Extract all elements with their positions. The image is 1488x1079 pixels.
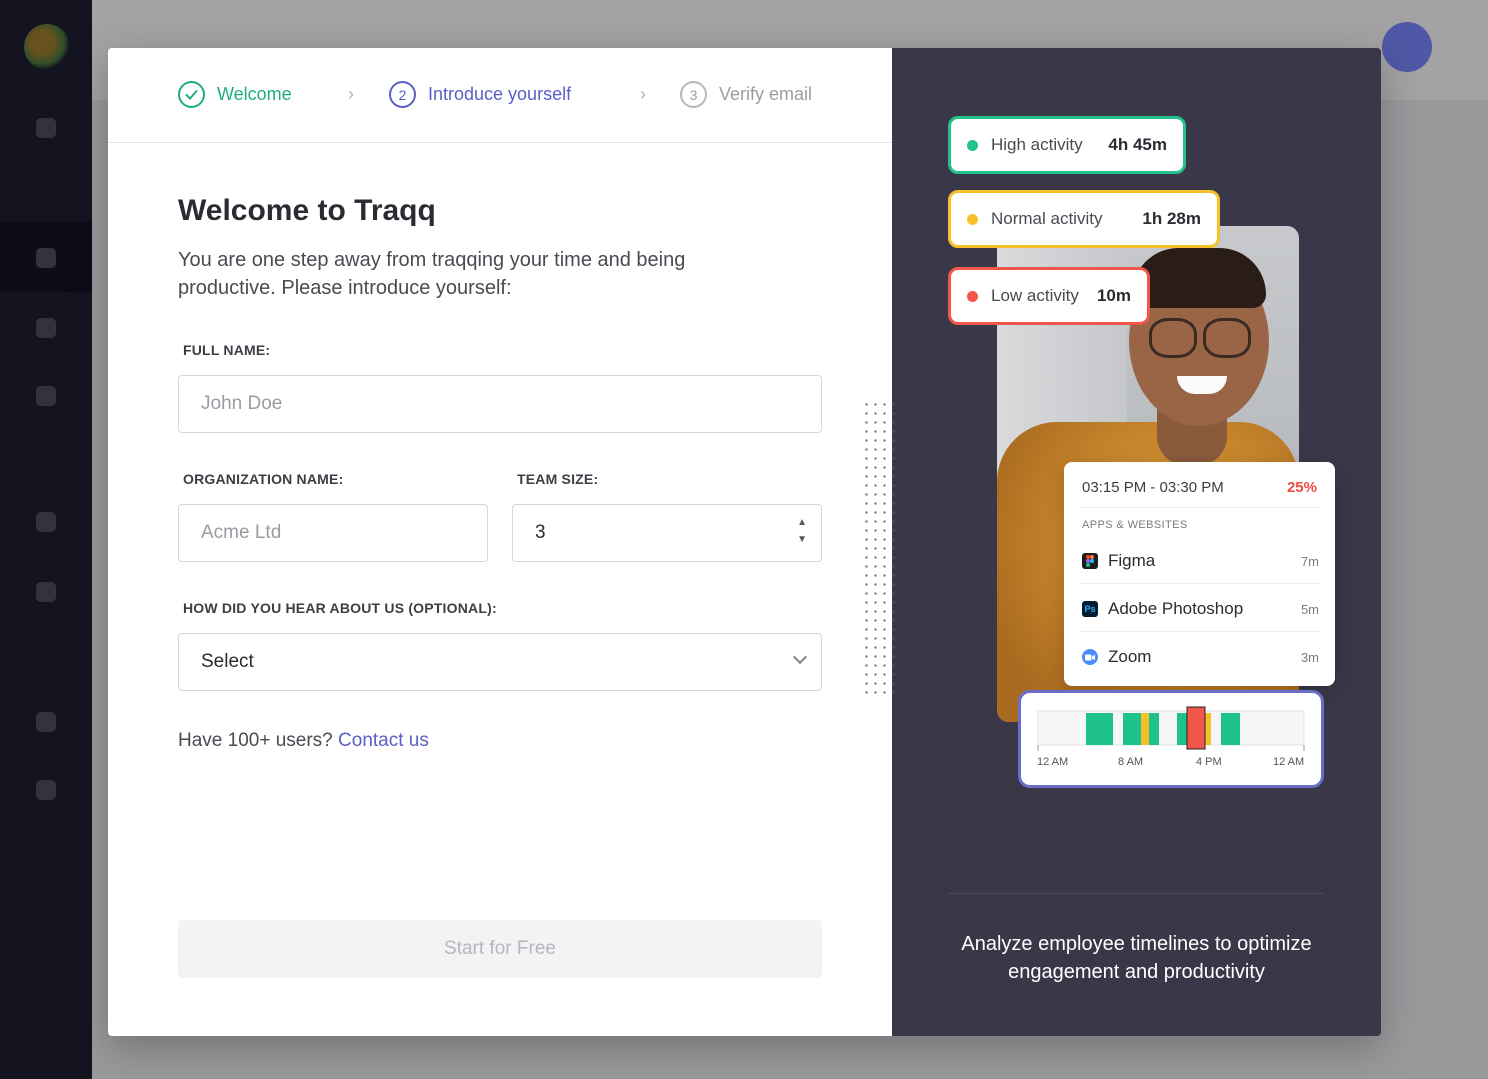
contact-prefix: Have 100+ users?: [178, 730, 333, 751]
nav-icon: [36, 386, 56, 406]
stepper: Welcome › 2 Introduce yourself › 3 Verif…: [108, 48, 892, 143]
step-label: Verify email: [719, 84, 813, 104]
step-number: 2: [389, 81, 416, 108]
contact-line: Have 100+ users? Contact us: [178, 730, 429, 752]
step-introduce-yourself: 2 Introduce yourself: [389, 81, 571, 108]
avatar: [1382, 22, 1432, 72]
nav-icon: [36, 780, 56, 800]
step-label: Welcome: [217, 84, 292, 104]
nav-icon: [36, 118, 56, 138]
step-welcome: Welcome: [178, 81, 292, 108]
check-icon: [178, 81, 205, 108]
nav-icon: [36, 248, 56, 268]
form-panel: Welcome › 2 Introduce yourself › 3 Verif…: [108, 48, 892, 1036]
app-logo: [24, 24, 70, 70]
chevron-right-icon: ›: [640, 84, 646, 104]
step-label: Introduce yourself: [428, 84, 572, 104]
step-verify-email: 3 Verify email: [680, 81, 812, 108]
team-size-value: 3: [535, 522, 546, 543]
nav-icon: [36, 712, 56, 732]
chevron-down-icon: [792, 649, 808, 665]
referral-select[interactable]: Select: [178, 633, 822, 691]
start-for-free-button[interactable]: Start for Free: [178, 920, 822, 978]
referral-label: HOW DID YOU HEAR ABOUT US (OPTIONAL):: [183, 600, 497, 616]
nav-icon: [36, 512, 56, 532]
referral-selected: Select: [201, 651, 254, 672]
background-sidebar: [0, 0, 92, 1079]
caret-up-icon[interactable]: ▲: [797, 517, 807, 528]
full-name-label: FULL NAME:: [183, 342, 271, 358]
page-title: Welcome to Traqq: [178, 194, 436, 227]
chevron-right-icon: ›: [348, 84, 354, 104]
onboarding-modal: Welcome › 2 Introduce yourself › 3 Verif…: [108, 48, 1381, 1036]
team-size-stepper[interactable]: 3 ▲ ▼: [512, 504, 822, 562]
nav-icon: [36, 582, 56, 602]
organization-name-input[interactable]: [178, 504, 488, 562]
full-name-input[interactable]: [178, 375, 822, 433]
team-size-label: TEAM SIZE:: [517, 471, 599, 487]
contact-us-link[interactable]: Contact us: [338, 730, 429, 751]
organization-name-label: ORGANIZATION NAME:: [183, 471, 344, 487]
promo-panel: [892, 48, 1381, 1036]
page-subtitle: You are one step away from traqqing your…: [178, 249, 686, 299]
caret-down-icon[interactable]: ▼: [797, 534, 807, 545]
nav-icon: [36, 318, 56, 338]
stepper-arrows[interactable]: ▲ ▼: [797, 517, 807, 545]
step-number: 3: [680, 81, 707, 108]
